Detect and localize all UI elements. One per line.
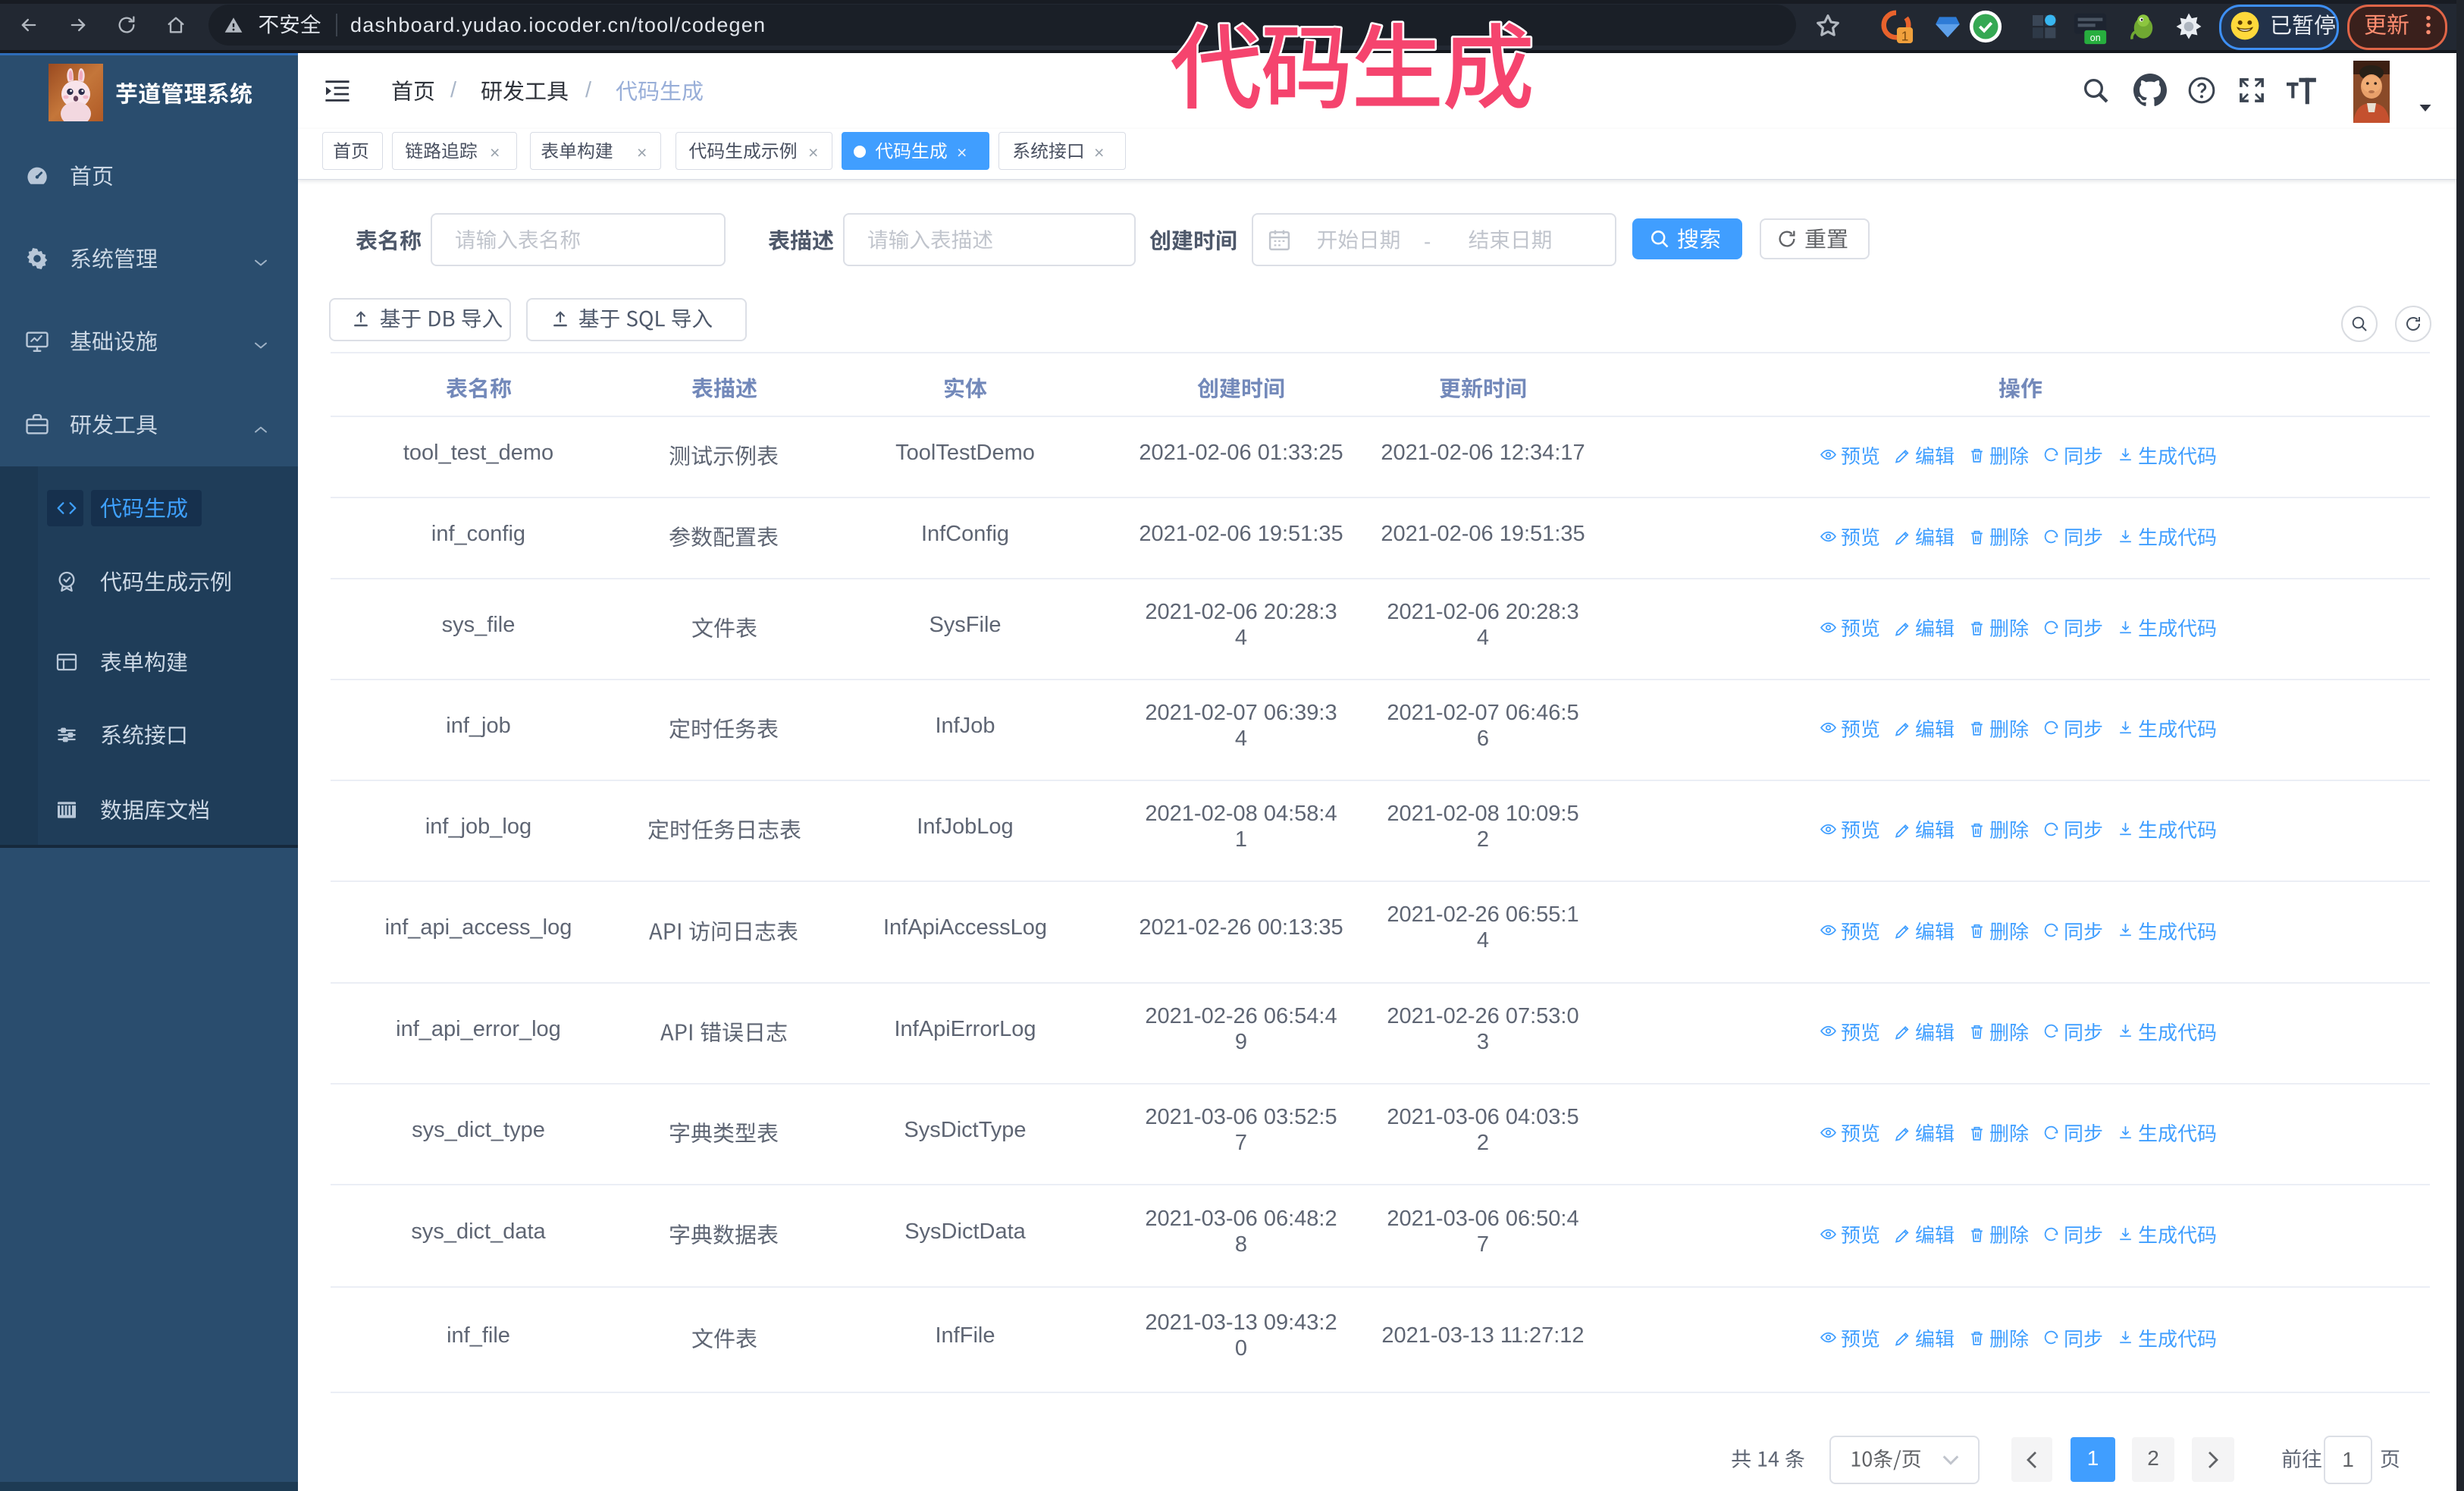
svg-text:on: on bbox=[2090, 33, 2101, 43]
svg-text:1: 1 bbox=[1901, 28, 1909, 43]
